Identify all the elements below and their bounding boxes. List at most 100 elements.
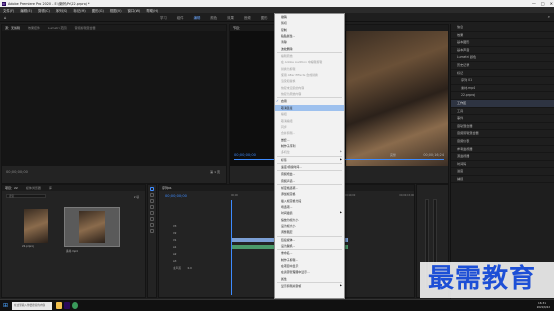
list-item-selected[interactable]: 工作区 [451,99,554,108]
tools-panel [147,184,157,298]
track-a1[interactable]: A1 [173,244,229,251]
tab-sequence[interactable]: 序列01 [162,185,172,191]
minimize-button[interactable]: — [532,0,536,7]
workspace-tab-assembly[interactable]: 组件 [177,15,184,20]
type-tool-icon[interactable] [150,229,154,233]
taskbar-search[interactable]: 在这里输入你要搜索的内容 [12,302,52,310]
windows-start-icon[interactable]: ⊞ [3,302,8,309]
track-a3[interactable]: A3 [173,258,229,265]
timeline-timecode[interactable]: 00;00;00;00 [165,194,187,198]
list-item[interactable]: 基本声音 [451,47,554,55]
context-menu-item-label: 剪切 [281,21,287,26]
premiere-logo-icon: Pr [2,1,6,6]
workspace-tab-color[interactable]: 颜色 [210,15,217,20]
context-menu-item[interactable]: 波纹删除 [275,46,344,52]
list-item[interactable]: 时间码 [451,161,554,169]
list-item[interactable]: 进度 [451,168,554,176]
track-a2[interactable]: A2 [173,251,229,258]
menu-help[interactable]: 帮助(H) [146,8,158,13]
tab-libraries[interactable]: 库 [49,185,52,191]
list-item[interactable]: Lumetri 颜色 [451,54,554,62]
context-menu-item-label: 嵌套... [281,137,290,142]
menu-edit[interactable]: 编辑(E) [20,8,32,13]
list-item[interactable]: 音频剪辑混合器 [451,130,554,138]
taskbar-search-placeholder: 在这里输入你要搜索的内容 [14,304,46,307]
list-item[interactable]: 信息 [451,24,554,32]
context-menu-item-label: 多机位 [281,150,290,155]
context-menu-item-label: 在资源管理器中显示... [281,270,310,275]
menu-marker[interactable]: 标记(M) [73,8,85,13]
pen-tool-icon[interactable] [150,217,154,221]
context-menu-item-label: 帧定格选项... [281,185,299,190]
list-item[interactable]: 标记 [451,70,554,78]
list-item[interactable]: 22.prproj [451,92,554,100]
context-menu-item-label: 时间插值 [281,211,293,216]
workspace-tab-audio[interactable]: 音频 [244,15,251,20]
menu-file[interactable]: 文件(F) [3,8,14,13]
clip-thumbnail-selected[interactable] [64,207,120,247]
submenu-arrow-icon: ▶ [340,157,342,161]
workspace-tab-learn[interactable]: 学习 [160,15,167,20]
slip-tool-icon[interactable] [150,211,154,215]
tab-media-browser[interactable]: 媒体浏览器 [26,185,41,191]
workspace-tab-graphics[interactable]: 图形 [261,15,268,20]
context-menu-item-label: 缩放为帧大小 [281,217,299,222]
context-menu-item-label: 制作子剪辑... [281,257,299,262]
track-v3[interactable]: V3 [173,223,229,230]
premiere-taskbar-icon[interactable] [64,302,70,309]
hand-tool-icon[interactable] [150,223,154,227]
browser-icon[interactable] [72,302,78,309]
watermark-text: 最需教育 [428,264,537,294]
context-menu-item[interactable]: 显示剪辑关键帧 ▶ [275,283,344,289]
maximize-button[interactable]: □ [541,0,545,7]
context-menu-item-label: 设为帧大小 [281,224,296,228]
context-menu-item-label: 取消链接 [281,105,293,110]
context-menu-item-label: 编辑原始 [281,54,293,59]
workspace-tab-effects[interactable]: 效果 [227,15,234,20]
context-menu-item[interactable]: 调整图层 [275,229,344,235]
playhead[interactable] [231,200,232,295]
context-menu-item-label: 在项目中显示 [281,264,299,269]
list-item[interactable]: 事件 [451,115,554,123]
track-select-tool-icon[interactable] [150,193,154,197]
selection-tool-icon[interactable] [150,187,154,191]
razor-tool-icon[interactable] [150,205,154,209]
menu-window[interactable]: 窗口(W) [128,8,141,13]
context-menu-item[interactable]: 标签 ▶ [275,157,344,163]
track-master[interactable]: 主声道 0.0 [173,265,229,272]
workspace-tab-editing[interactable]: 编辑 [194,15,201,20]
list-item[interactable]: 源监视器 [451,153,554,161]
list-item[interactable]: 音频仪表 [451,138,554,146]
context-menu-item[interactable]: 音频声道... [275,178,344,184]
context-menu-item[interactable]: 速度/持续时间... [275,164,344,170]
list-item[interactable]: 基本图形 [451,39,554,47]
fit-dropdown[interactable]: 完整 [390,153,396,157]
list-item[interactable]: 工具 [451,108,554,116]
track-v1[interactable]: V1 [173,237,229,244]
source-timecode[interactable]: 00;00;00;00 [6,170,28,174]
project-search[interactable]: 搜索 [6,194,46,198]
menu-view[interactable]: 视图(V) [110,8,122,13]
context-menu-item[interactable]: 设为脱机... [275,243,344,249]
home-icon[interactable]: ⌂ [4,15,7,20]
menu-graphics[interactable]: 图形(G) [92,8,104,13]
track-v2[interactable]: V2 [173,230,229,237]
list-item[interactable]: 素材.mp4 [451,85,554,93]
list-item[interactable]: 效果 [451,32,554,40]
list-item[interactable]: 捕捉 [451,176,554,184]
context-menu-item[interactable]: 属性 [275,276,344,282]
list-item[interactable]: 历史记录 [451,62,554,70]
search-icon[interactable]: ⌕ [548,14,550,19]
menu-clip[interactable]: 剪辑(C) [38,8,50,13]
tab-project[interactable]: 项目：22 [5,185,18,191]
explorer-icon[interactable] [56,302,62,309]
clip-thumbnail[interactable] [24,209,48,243]
program-timecode[interactable]: 00;00;00;00 [234,153,256,157]
list-item[interactable]: 音轨混合器 [451,123,554,131]
close-button[interactable]: ✕ [550,0,553,7]
context-menu-item-label: 波纹删除 [281,46,293,51]
menu-sequence[interactable]: 序列(S) [56,8,68,13]
ripple-edit-tool-icon[interactable] [150,199,154,203]
list-item[interactable]: 序列 01 [451,77,554,85]
list-item[interactable]: 参考监视器 [451,146,554,154]
